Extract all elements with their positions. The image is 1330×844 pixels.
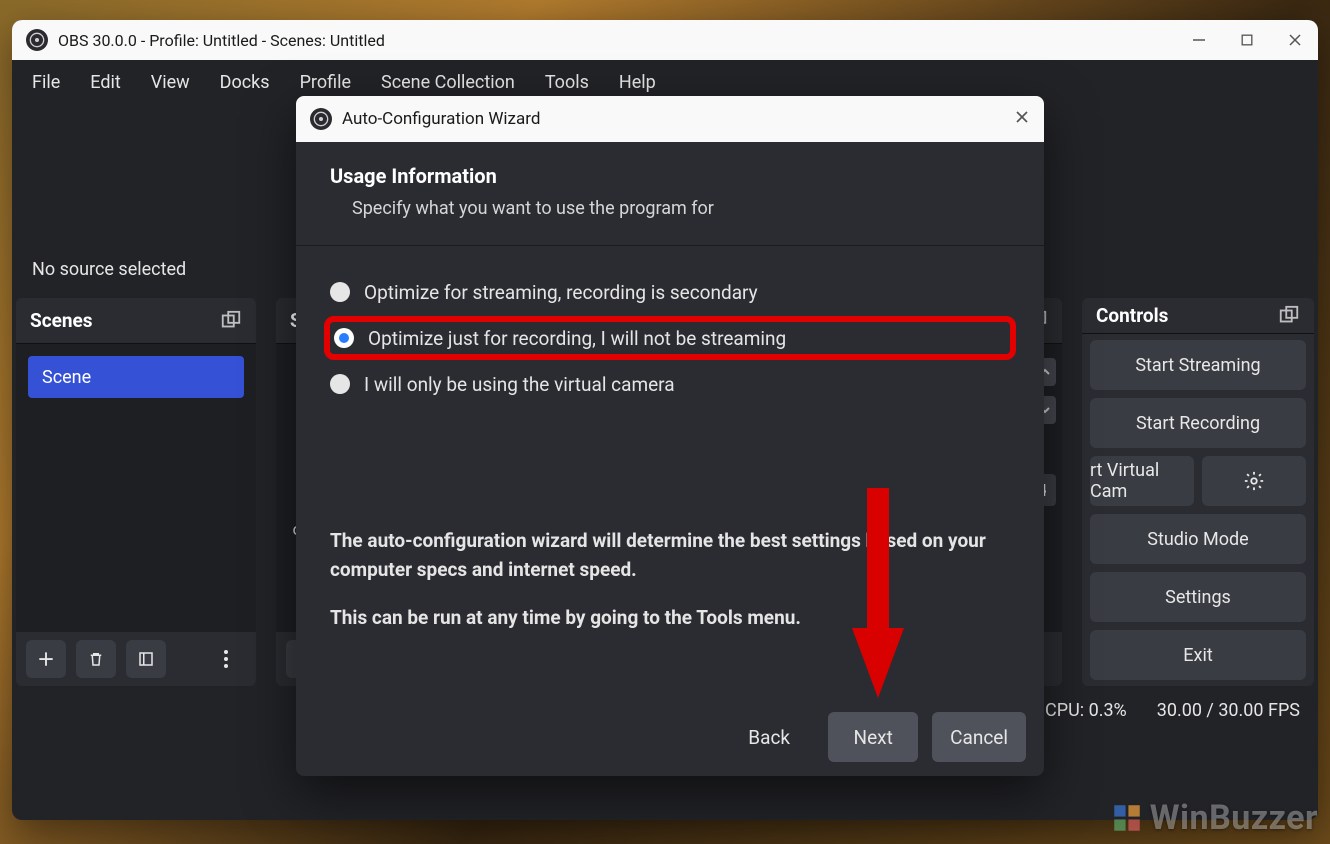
scene-add-button[interactable] <box>26 640 66 678</box>
popout-icon[interactable] <box>220 310 242 332</box>
settings-button[interactable]: Settings <box>1090 572 1306 622</box>
watermark: WinBuzzer <box>1110 798 1318 838</box>
scenes-dock: Scenes Scene <box>16 298 256 686</box>
window-minimize-button[interactable] <box>1190 31 1208 49</box>
radio-optimize-streaming[interactable]: Optimize for streaming, recording is sec… <box>330 270 1010 314</box>
start-virtual-cam-button[interactable]: rt Virtual Cam <box>1090 456 1194 506</box>
radio-label: Optimize just for recording, I will not … <box>368 327 786 350</box>
wizard-title-text: Auto-Configuration Wizard <box>342 109 540 129</box>
radio-label: I will only be using the virtual camera <box>364 373 675 396</box>
controls-dock: Controls Start Streaming Start Recording… <box>1082 298 1314 686</box>
wizard-description: The auto-configuration wizard will deter… <box>330 526 1010 632</box>
radio-label: Optimize for streaming, recording is sec… <box>364 281 758 304</box>
window-close-button[interactable] <box>1286 31 1304 49</box>
next-button[interactable]: Next <box>828 712 918 762</box>
scene-remove-button[interactable] <box>76 640 116 678</box>
menu-profile[interactable]: Profile <box>288 66 363 99</box>
wizard-titlebar: Auto-Configuration Wizard <box>296 96 1044 142</box>
menu-view[interactable]: View <box>139 66 202 99</box>
obs-logo-icon <box>26 29 48 51</box>
menu-file[interactable]: File <box>20 66 72 99</box>
scene-more-button[interactable] <box>206 640 246 678</box>
scenes-dock-title: Scenes <box>30 309 93 332</box>
menu-edit[interactable]: Edit <box>78 66 132 99</box>
no-source-label: No source selected <box>32 259 186 280</box>
auto-config-wizard-dialog: Auto-Configuration Wizard Usage Informat… <box>296 96 1044 776</box>
cancel-button[interactable]: Cancel <box>932 712 1026 762</box>
start-recording-button[interactable]: Start Recording <box>1090 398 1306 448</box>
menu-docks[interactable]: Docks <box>208 66 282 99</box>
studio-mode-button[interactable]: Studio Mode <box>1090 514 1306 564</box>
radio-virtual-camera[interactable]: I will only be using the virtual camera <box>330 362 1010 406</box>
radio-dot-icon <box>330 282 350 302</box>
wizard-subheading: Specify what you want to use the program… <box>330 198 1010 219</box>
fps-display: 30.00 / 30.00 FPS <box>1157 700 1300 721</box>
wizard-close-button[interactable] <box>1014 109 1030 130</box>
watermark-logo-icon <box>1110 801 1144 835</box>
menu-tools[interactable]: Tools <box>533 66 601 99</box>
wizard-heading: Usage Information <box>330 164 1010 188</box>
menu-scene-collection[interactable]: Scene Collection <box>369 66 527 99</box>
cpu-usage: CPU: 0.3% <box>1045 700 1127 721</box>
radio-dot-icon <box>334 328 354 348</box>
controls-dock-title: Controls <box>1096 304 1168 327</box>
window-titlebar: OBS 30.0.0 - Profile: Untitled - Scenes:… <box>12 20 1318 60</box>
back-button[interactable]: Back <box>724 712 814 762</box>
scene-item[interactable]: Scene <box>28 356 244 398</box>
obs-logo-icon <box>310 108 332 130</box>
wizard-header: Usage Information Specify what you want … <box>296 142 1044 246</box>
scene-filter-button[interactable] <box>126 640 166 678</box>
window-title: OBS 30.0.0 - Profile: Untitled - Scenes:… <box>58 31 385 50</box>
radio-dot-icon <box>330 374 350 394</box>
radio-optimize-recording[interactable]: Optimize just for recording, I will not … <box>324 316 1016 360</box>
exit-button[interactable]: Exit <box>1090 630 1306 680</box>
start-streaming-button[interactable]: Start Streaming <box>1090 340 1306 390</box>
window-maximize-button[interactable] <box>1238 31 1256 49</box>
virtual-cam-settings-button[interactable] <box>1202 456 1306 506</box>
popout-icon[interactable] <box>1278 305 1300 327</box>
menu-help[interactable]: Help <box>607 66 668 99</box>
wizard-footer: Back Next Cancel <box>296 698 1044 776</box>
gear-icon <box>1243 470 1265 492</box>
